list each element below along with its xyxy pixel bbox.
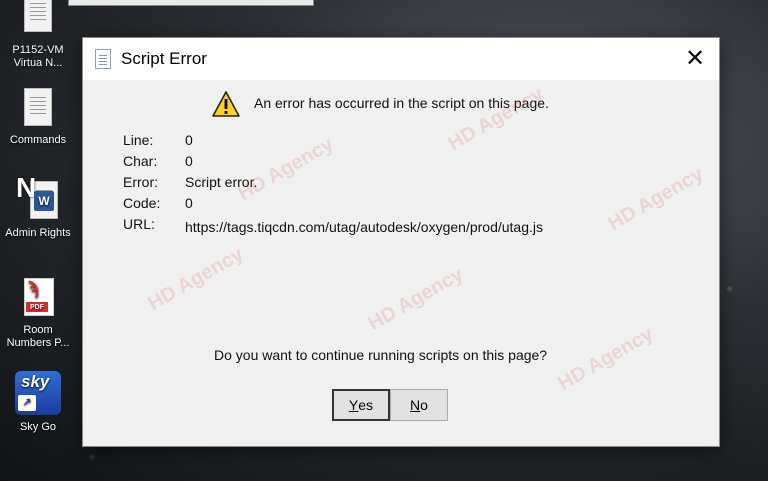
acrobat-swoosh-icon: ϡ [28,278,39,298]
no-mnemonic: N [410,397,421,413]
text-document-icon [18,86,58,130]
pdf-file-icon: ϡ PDF [18,276,58,320]
detail-value-code: 0 [185,195,193,211]
sky-go-app-icon: sky ↗ [13,369,63,417]
desktop-icon-commands-label: Commands [9,134,67,146]
detail-label-line: Line: [123,132,154,148]
desktop-icon-vm[interactable]: P1152-VM Virtua N... [0,0,76,70]
yes-label-rest: es [358,397,374,413]
desktop-icon-sky-go[interactable]: sky ↗ Sky Go [0,369,76,434]
desktop-icon-vm-label: P1152-VM Virtua N... [12,44,64,69]
detail-label-error: Error: [123,174,158,190]
close-button[interactable]: ✕ [679,44,711,74]
desktop-icon-room-numbers[interactable]: ϡ PDF Room Numbers P... [0,276,76,350]
pdf-badge: PDF [26,302,48,312]
word-document-icon: N W [16,174,58,223]
detail-label-code: Code: [123,195,161,211]
detail-value-error: Script error. [185,174,258,190]
desktop-icon-admin-rights-label: Admin Rights [5,227,71,239]
no-label-rest: o [420,397,428,413]
desktop-icon-room-numbers-label: Room Numbers P... [6,324,70,349]
script-error-dialog: Script Error ✕ An error has occurred in … [82,37,720,447]
dialog-titlebar[interactable]: Script Error ✕ [83,38,719,80]
error-message: An error has occurred in the script on t… [254,95,549,111]
yes-button[interactable]: Yes [332,389,390,421]
shortcut-arrow-icon: ↗ [18,395,36,411]
word-badge: W [34,191,54,211]
sky-brand-text: sky [21,372,50,391]
dialog-content: An error has occurred in the script on t… [83,80,719,446]
detail-value-char: 0 [185,153,193,169]
no-button[interactable]: No [390,389,448,421]
warning-icon [212,91,240,117]
detail-value-line: 0 [185,132,193,148]
detail-value-url: https://tags.tiqcdn.com/utag/autodesk/ox… [185,219,543,235]
detail-label-char: Char: [123,153,158,169]
desktop-icon-sky-go-label: Sky Go [19,421,57,433]
background-window-edge [68,0,314,6]
continue-question: Do you want to continue running scripts … [214,347,548,363]
yes-mnemonic: Y [348,397,359,413]
desktop-icon-commands[interactable]: Commands [0,86,76,147]
detail-label-url: URL: [123,216,155,232]
dialog-title: Script Error [121,49,207,68]
document-icon [95,49,111,69]
desktop-icon-admin-rights[interactable]: N W Admin Rights [0,174,76,240]
error-details: Line: 0 Char: 0 Error: Script error. Cod… [123,132,543,235]
vm-file-icon [18,0,58,40]
